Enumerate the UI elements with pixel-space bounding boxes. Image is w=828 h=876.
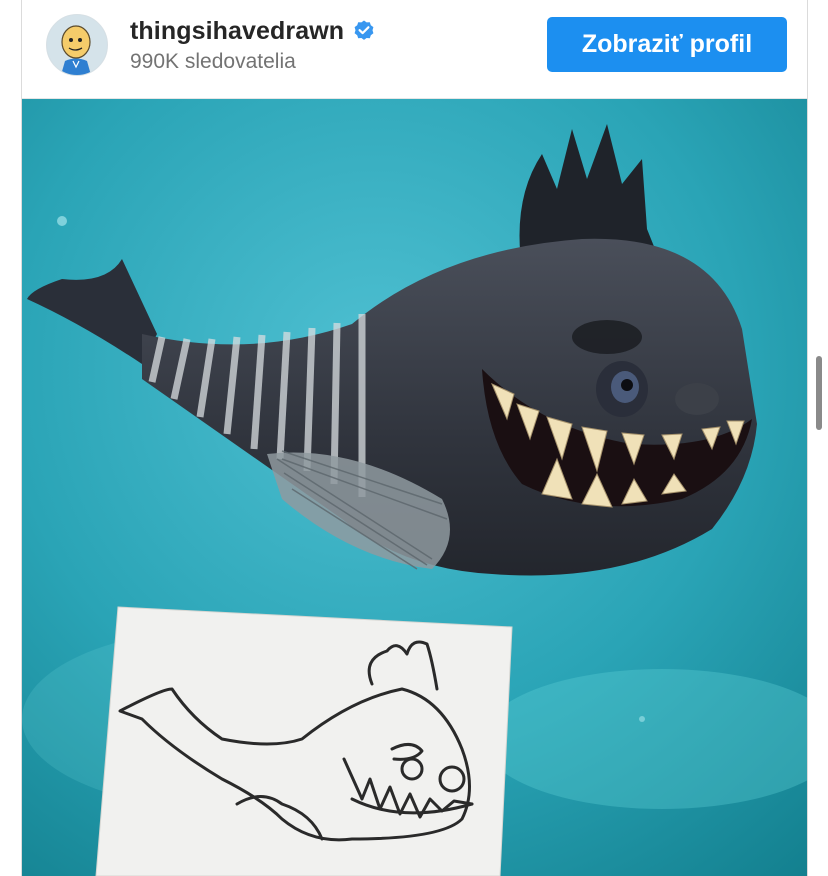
- instagram-embed-frame: thingsihavedrawn 990K sledovatelia Zobra…: [0, 0, 828, 876]
- verified-badge-icon: [354, 20, 374, 40]
- post-image[interactable]: [22, 99, 807, 876]
- username[interactable]: thingsihavedrawn: [130, 17, 344, 46]
- post-header: thingsihavedrawn 990K sledovatelia Zobra…: [22, 0, 807, 99]
- followers-count: 990K sledovatelia: [130, 50, 296, 73]
- post-card: thingsihavedrawn 990K sledovatelia Zobra…: [21, 0, 808, 876]
- cartoon-avatar-icon: [47, 15, 107, 75]
- scrollbar[interactable]: [816, 356, 822, 430]
- avatar[interactable]: [46, 14, 108, 76]
- author-name-row: thingsihavedrawn: [130, 14, 376, 48]
- fish-icon: [22, 99, 807, 876]
- view-profile-button[interactable]: Zobraziť profil: [547, 17, 787, 72]
